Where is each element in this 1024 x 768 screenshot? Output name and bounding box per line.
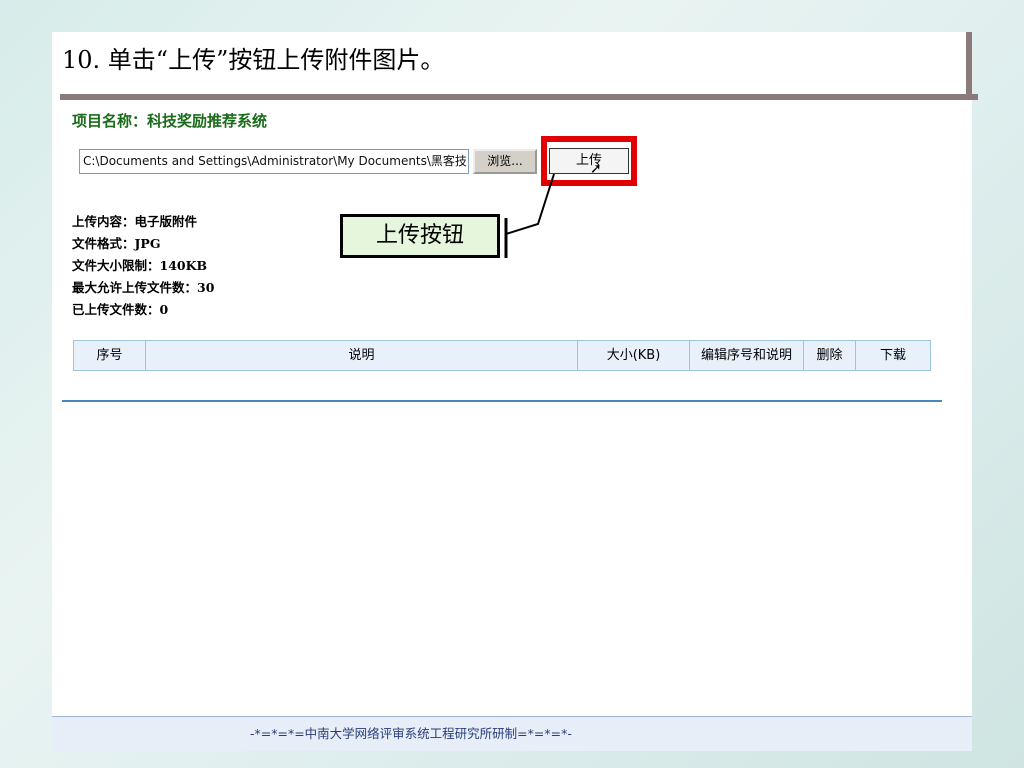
column-header-edit: 编辑序号和说明: [690, 341, 804, 370]
browse-button[interactable]: 浏览...: [473, 149, 537, 174]
upload-button-callout: 上传按钮: [340, 214, 500, 258]
footer-text: -*=*=*=中南大学网络评审系统工程研究所研制=*=*=*-: [250, 726, 572, 741]
callout-connector: [504, 173, 555, 258]
upload-info: 上传内容：电子版附件 文件格式：JPG 文件大小限制：140KB 最大允许上传文…: [72, 211, 214, 321]
attachment-table-header: 序号 说明 大小(KB) 编辑序号和说明 删除 下载: [73, 340, 931, 371]
footer: -*=*=*=中南大学网络评审系统工程研究所研制=*=*=*-: [52, 716, 972, 751]
info-size-limit: 文件大小限制：140KB: [72, 258, 208, 273]
info-max-files: 最大允许上传文件数：30: [72, 280, 215, 295]
column-header-delete: 删除: [804, 341, 856, 370]
slide-title: 10. 单击“上传”按钮上传附件图片。: [62, 46, 445, 74]
info-content-type: 上传内容：电子版附件: [72, 214, 198, 229]
column-header-size: 大小(KB): [578, 341, 690, 370]
info-file-format: 文件格式：JPG: [72, 236, 161, 251]
slide: 10. 单击“上传”按钮上传附件图片。 项目名称：科技奖励推荐系统 C:\Doc…: [52, 32, 978, 751]
project-name: 项目名称：科技奖励推荐系统: [72, 112, 268, 130]
upload-button[interactable]: 上传: [549, 148, 629, 174]
mouse-pointer-icon: ➚: [590, 161, 602, 177]
title-divider: [60, 94, 978, 100]
column-header-description: 说明: [146, 341, 578, 370]
section-divider: [62, 400, 942, 402]
info-uploaded-count: 已上传文件数：0: [72, 302, 169, 317]
column-header-download: 下载: [879, 348, 906, 363]
file-path-input[interactable]: C:\Documents and Settings\Administrator\…: [79, 149, 469, 174]
column-header-index: 序号: [74, 341, 146, 370]
title-bar: 10. 单击“上传”按钮上传附件图片。: [52, 32, 972, 94]
